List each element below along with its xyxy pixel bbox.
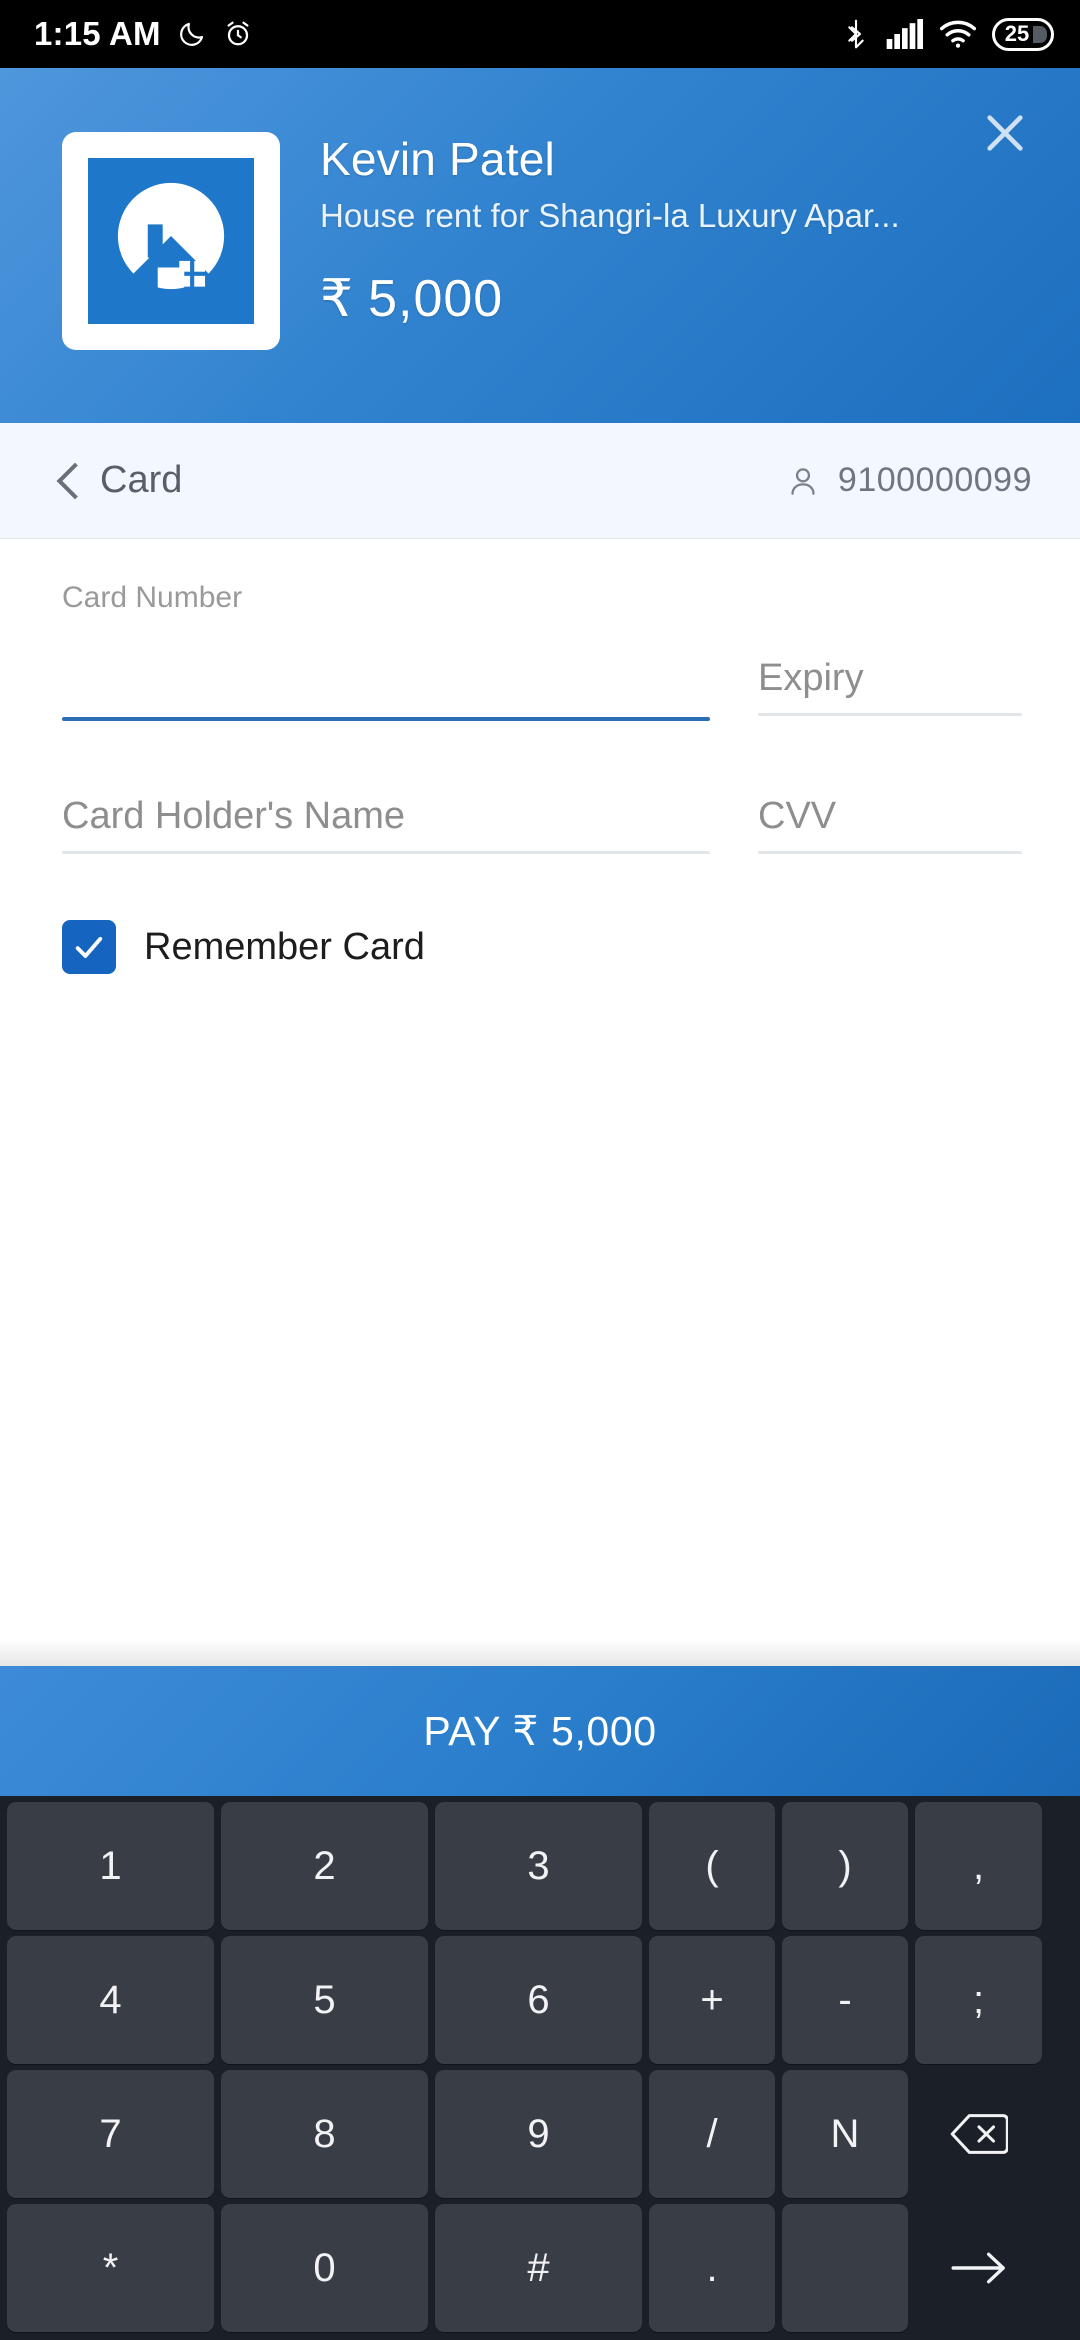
remember-card-label: Remember Card xyxy=(144,925,425,968)
keyboard-row-2: 4 5 6 + -; xyxy=(4,1936,1076,2064)
status-bar-clock: 1:15 AM xyxy=(34,15,161,52)
card-holder-underline xyxy=(62,851,710,854)
remember-card-row[interactable]: Remember Card xyxy=(62,920,1022,974)
expiry-underline xyxy=(758,713,1022,716)
key-.[interactable]: . xyxy=(649,2204,775,2332)
key-1[interactable]: 1 xyxy=(7,1802,214,1930)
card-number-label: Card Number xyxy=(62,581,243,614)
card-holder-input[interactable]: Card Holder's Name xyxy=(62,793,710,839)
key-0[interactable]: 0 xyxy=(221,2204,428,2332)
bluetooth-icon xyxy=(842,18,870,50)
account-phone: 9100000099 xyxy=(786,461,1032,500)
status-bar-right: 25 xyxy=(842,17,1054,51)
section-bar: Card 9100000099 xyxy=(0,423,1080,539)
amount-value: 5,000 xyxy=(368,269,504,328)
signal-icon xyxy=(886,19,924,49)
cvv-field[interactable]: CVV xyxy=(758,793,1022,854)
header-text: Kevin Patel House rent for Shangri-la Lu… xyxy=(320,128,1040,423)
cvv-input[interactable]: CVV xyxy=(758,793,1022,839)
merchant-logo xyxy=(62,132,280,350)
currency-symbol: ₹ xyxy=(320,269,355,328)
card-number-input[interactable] xyxy=(62,659,710,705)
keyboard-row-1: 1 2 3(), xyxy=(4,1802,1076,1930)
key-8[interactable]: 8 xyxy=(221,2070,428,2198)
keyboard-row-3: 7 8 9/N xyxy=(4,2070,1076,2198)
key-+[interactable]: + xyxy=(649,1936,775,2064)
battery-percent: 25 xyxy=(1004,21,1030,46)
key-N[interactable]: N xyxy=(782,2070,908,2198)
chevron-left-icon xyxy=(58,464,78,498)
person-icon xyxy=(791,467,815,495)
key-,[interactable]: , xyxy=(915,1802,1042,1930)
key-7[interactable]: 7 xyxy=(7,2070,214,2198)
moon-icon xyxy=(177,19,207,49)
back-to-card-button[interactable]: Card xyxy=(58,459,182,502)
key-9[interactable]: 9 xyxy=(435,2070,642,2198)
key-/[interactable]: / xyxy=(649,2070,775,2198)
payment-screen: 1:15 AM 25 Kevin Patel House rent for Sh… xyxy=(0,0,1080,2340)
card-holder-field[interactable]: Card Holder's Name xyxy=(62,793,710,854)
key-([interactable]: ( xyxy=(649,1802,775,1930)
cvv-underline xyxy=(758,851,1022,854)
card-form: Card Number Expiry Card Holder's Name CV… xyxy=(0,539,1080,1638)
key-#[interactable]: # xyxy=(435,2204,642,2332)
pay-button-label: PAY ₹ 5,000 xyxy=(423,1708,657,1754)
key-*[interactable]: * xyxy=(7,2204,214,2332)
key-;[interactable]: ; xyxy=(915,1936,1042,2064)
pay-button-shadow xyxy=(0,1638,1080,1666)
alarm-icon xyxy=(223,19,253,49)
phone-number: 9100000099 xyxy=(837,461,1032,499)
expiry-field[interactable]: Expiry xyxy=(758,581,1022,721)
payment-purpose: House rent for Shangri-la Luxury Apar... xyxy=(320,196,900,234)
backspace-icon[interactable] xyxy=(915,2070,1042,2198)
payment-amount: ₹5,000 xyxy=(320,269,1040,329)
merchant-name: Kevin Patel xyxy=(320,133,555,185)
form-row-2: Card Holder's Name CVV xyxy=(62,793,1022,854)
key-5[interactable]: 5 xyxy=(221,1936,428,2064)
check-icon xyxy=(75,936,103,958)
remember-card-checkbox[interactable] xyxy=(62,920,116,974)
pay-button[interactable]: PAY ₹ 5,000 xyxy=(0,1666,1080,1796)
status-bar-left: 1:15 AM xyxy=(34,15,253,53)
section-title: Card xyxy=(100,459,183,501)
key-blank[interactable] xyxy=(782,2204,908,2332)
form-row-1: Card Number Expiry xyxy=(62,581,1022,721)
numeric-keyboard: 1 2 3(), 4 5 6 + -; 7 8 9/N * 0 #. xyxy=(0,1796,1080,2340)
battery-icon: 25 xyxy=(992,17,1054,51)
merchant-header: Kevin Patel House rent for Shangri-la Lu… xyxy=(0,68,1080,423)
expiry-spacer xyxy=(758,581,1022,655)
house-logo-icon xyxy=(88,158,254,324)
key-3[interactable]: 3 xyxy=(435,1802,642,1930)
expiry-input[interactable]: Expiry xyxy=(758,655,1022,701)
key-2[interactable]: 2 xyxy=(221,1802,428,1930)
keyboard-row-4: * 0 #. xyxy=(4,2204,1076,2332)
close-icon xyxy=(987,115,1023,151)
key-)[interactable]: ) xyxy=(782,1802,908,1930)
key-4[interactable]: 4 xyxy=(7,1936,214,2064)
enter-arrow-icon[interactable] xyxy=(915,2204,1042,2332)
status-bar: 1:15 AM 25 xyxy=(0,0,1080,68)
close-button[interactable] xyxy=(962,90,1048,176)
key--[interactable]: - xyxy=(782,1936,908,2064)
key-6[interactable]: 6 xyxy=(435,1936,642,2064)
card-number-field[interactable]: Card Number xyxy=(62,581,710,721)
wifi-icon xyxy=(940,19,976,49)
card-number-underline xyxy=(62,717,710,721)
